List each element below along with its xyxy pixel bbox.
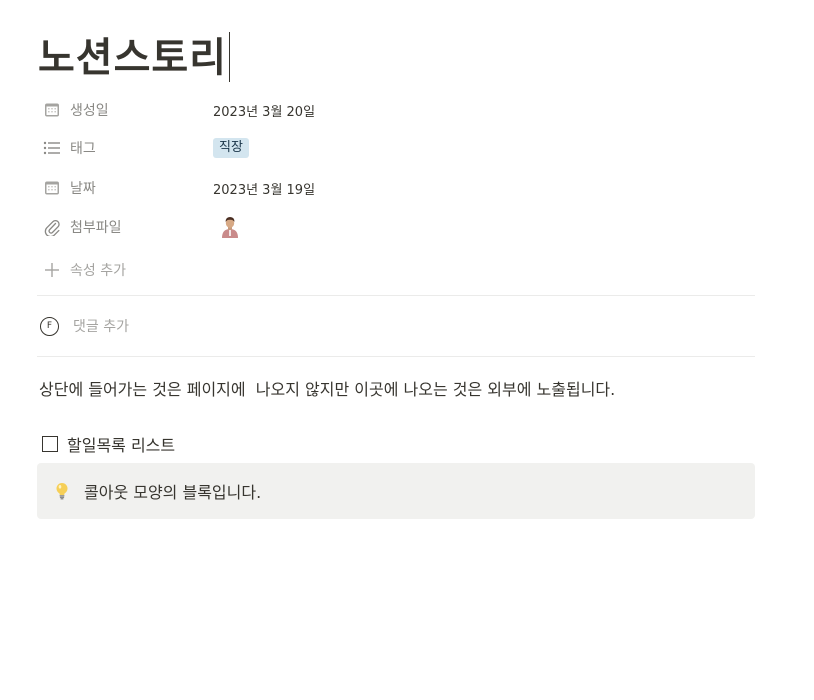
text-block[interactable]: 상단에 들어가는 것은 페이지에 나오지 않지만 이곳에 나오는 것은 외부에 … (39, 376, 615, 400)
property-key[interactable]: 태그 (40, 138, 213, 158)
property-value-created[interactable]: 2023년 3월 20일 (213, 101, 315, 120)
add-property-button[interactable]: 속성 추가 (40, 257, 126, 283)
todo-label[interactable]: 할일목록 리스트 (67, 432, 175, 456)
property-row-attachment[interactable]: 첨부파일 (40, 210, 755, 244)
property-label: 태그 (70, 141, 96, 157)
property-key[interactable]: 생성일 (40, 100, 213, 120)
property-value-tags[interactable]: 직장 (213, 138, 249, 158)
callout-text[interactable]: 콜아웃 모양의 블록입니다. (84, 479, 261, 503)
page-title-text[interactable]: 노션스토리 (38, 35, 227, 81)
property-key[interactable]: 날짜 (40, 178, 213, 198)
avatar: F (40, 316, 59, 336)
notion-page: 노션스토리 생성일 2023년 3월 20일 태그 직장 날짜 2023년 3월… (0, 0, 814, 700)
page-title[interactable]: 노션스토리 (38, 30, 230, 86)
property-key[interactable]: 첨부파일 (40, 217, 213, 237)
tag-badge[interactable]: 직장 (213, 138, 249, 158)
todo-checkbox[interactable] (42, 436, 58, 452)
callout-block[interactable]: 콜아웃 모양의 블록입니다. (37, 463, 755, 519)
property-value-date[interactable]: 2023년 3월 19일 (213, 179, 315, 198)
property-label: 첨부파일 (70, 220, 122, 236)
comment-placeholder[interactable]: 댓글 추가 (73, 316, 129, 336)
add-comment-input[interactable]: F 댓글 추가 (40, 313, 129, 339)
calendar-icon (42, 100, 62, 120)
calendar-icon (42, 178, 62, 198)
lightbulb-icon[interactable] (52, 481, 72, 501)
todo-block[interactable]: 할일목록 리스트 (42, 432, 175, 456)
add-property-label: 속성 추가 (70, 263, 126, 279)
property-label: 생성일 (70, 103, 109, 119)
property-row-date[interactable]: 날짜 2023년 3월 19일 (40, 171, 755, 205)
list-icon (42, 138, 62, 158)
property-row-tags[interactable]: 태그 직장 (40, 131, 755, 165)
property-row-created[interactable]: 생성일 2023년 3월 20일 (40, 93, 755, 127)
property-label: 날짜 (70, 181, 96, 197)
text-cursor (229, 32, 230, 82)
divider (37, 356, 755, 357)
divider (37, 295, 755, 296)
plus-icon (42, 260, 62, 280)
paperclip-icon (42, 217, 62, 237)
attachment-thumbnail[interactable] (219, 215, 241, 239)
property-value-attachment[interactable] (213, 215, 241, 239)
